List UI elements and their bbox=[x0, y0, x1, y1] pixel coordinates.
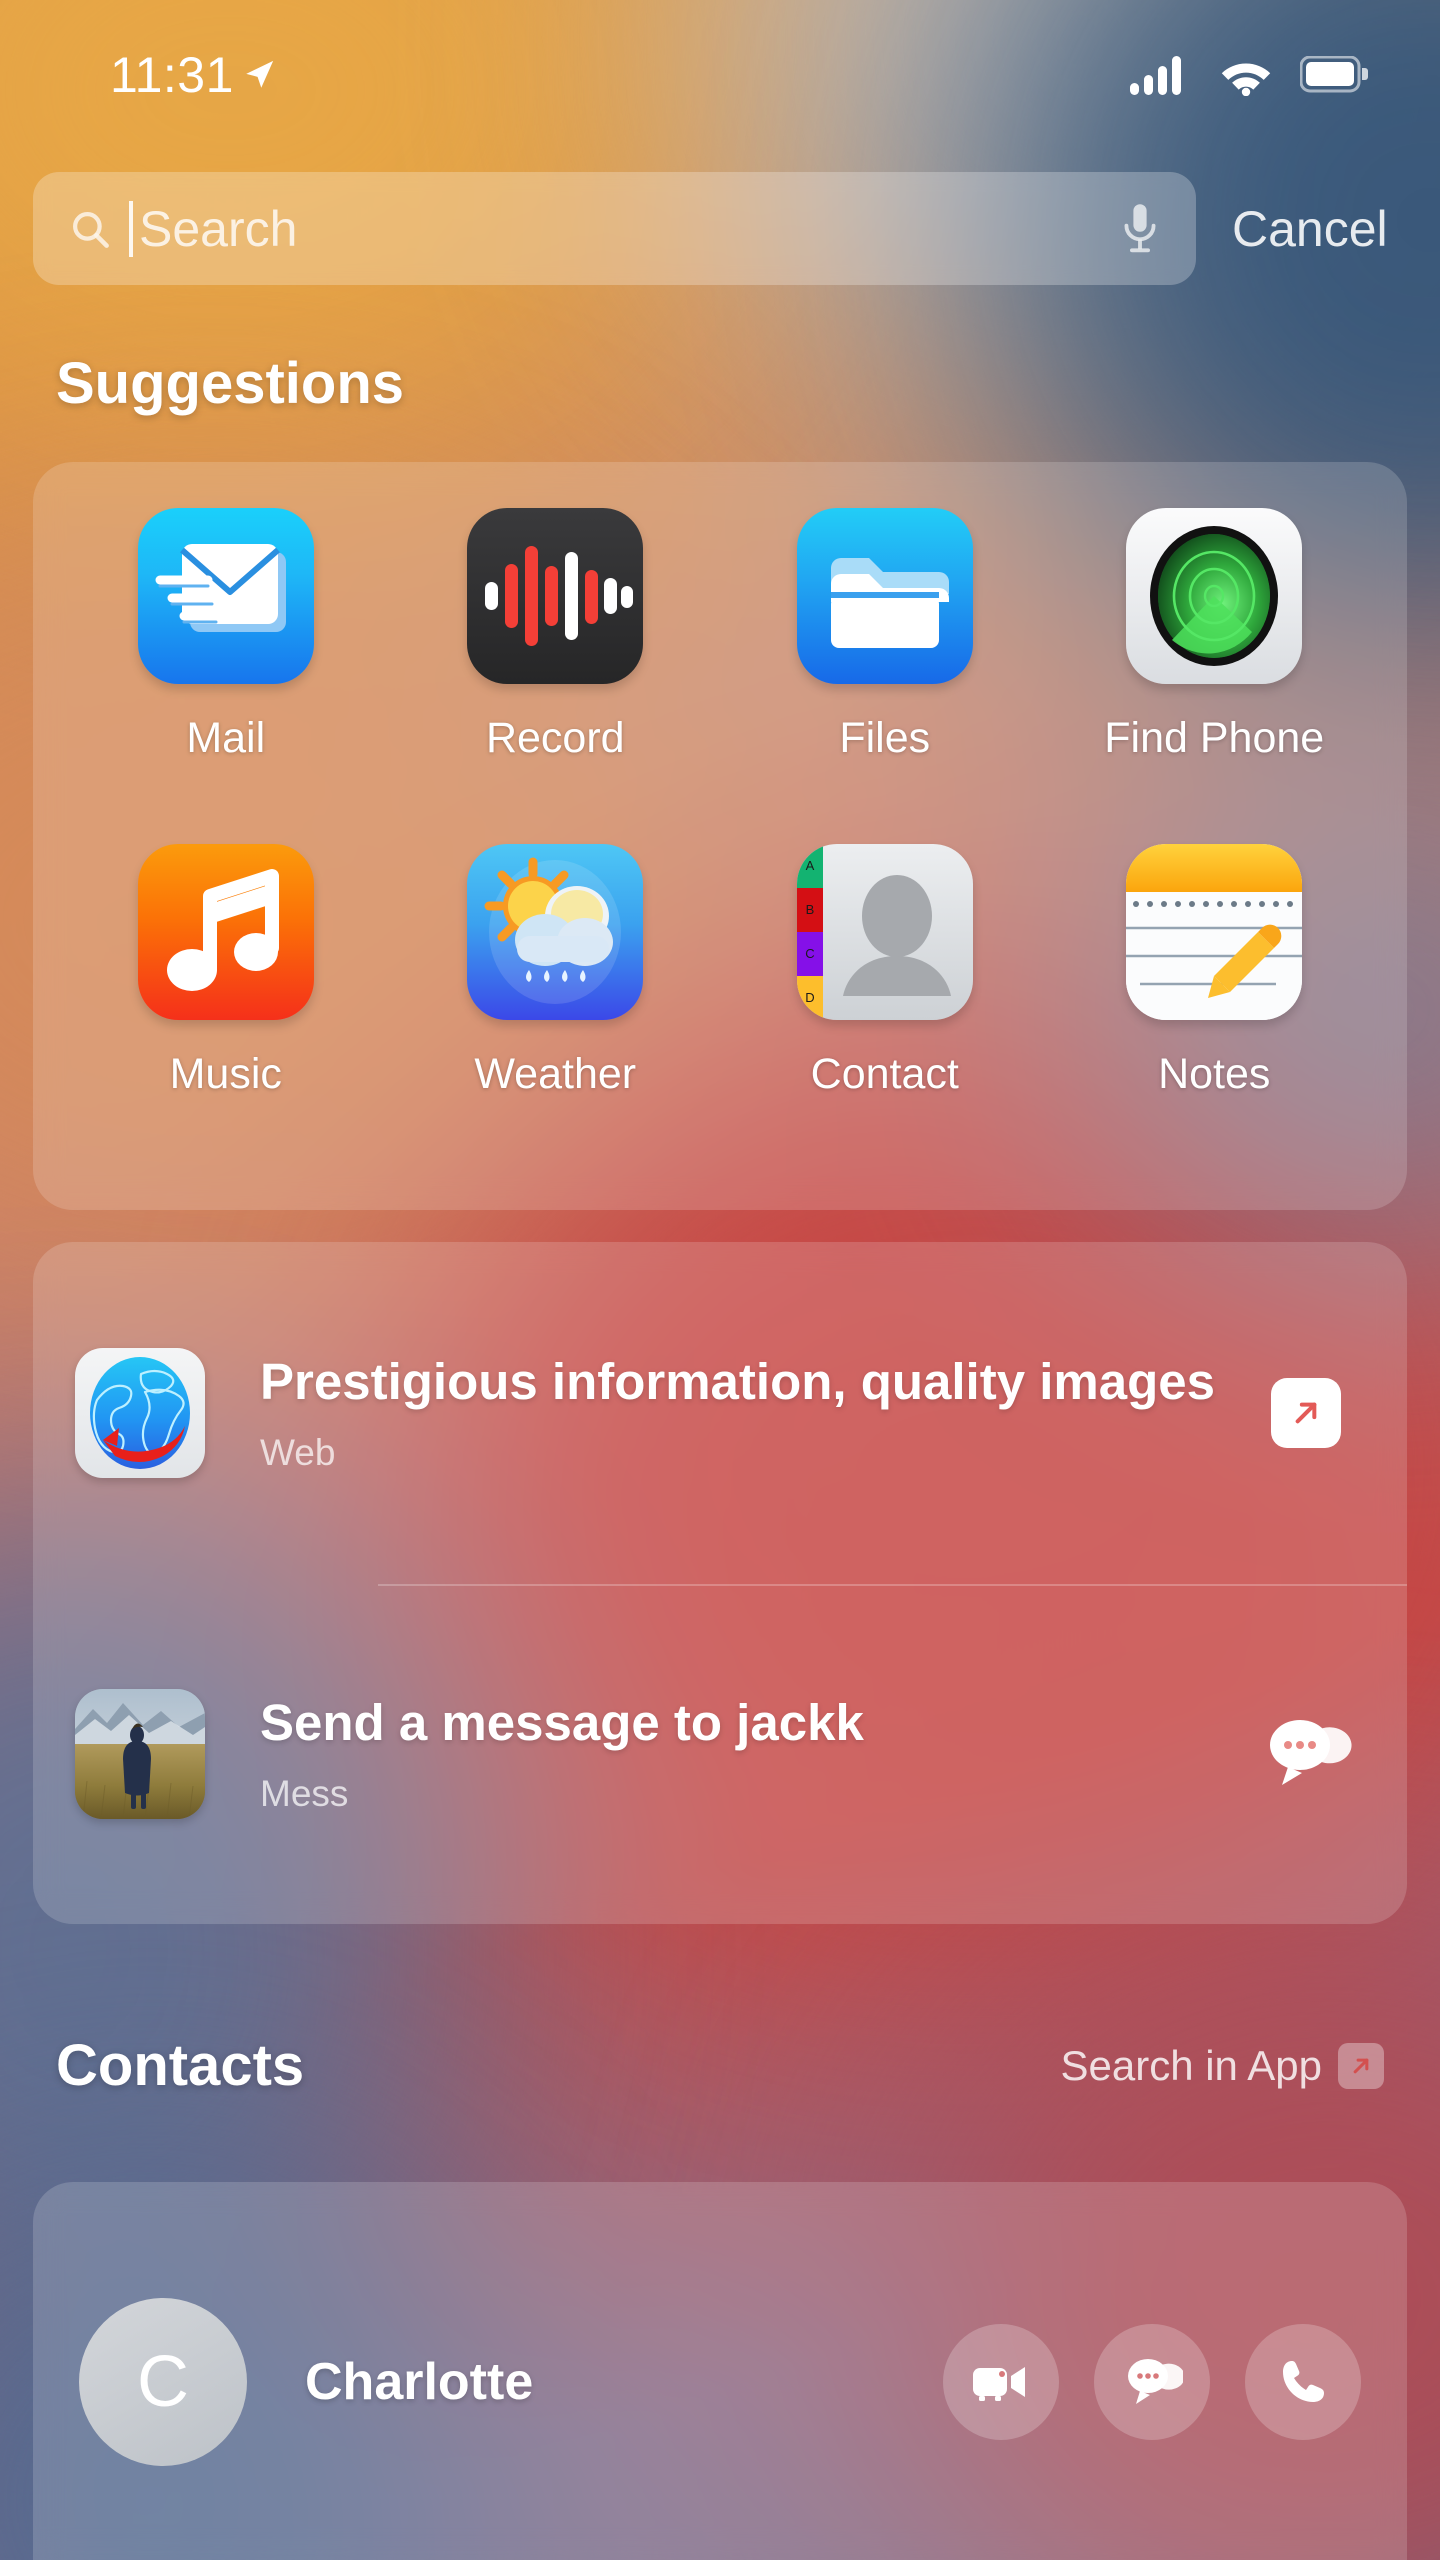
cellular-signal-icon bbox=[1130, 56, 1181, 95]
suggestion-title: Send a message to jackk bbox=[260, 1693, 864, 1751]
app-label: Weather bbox=[474, 1050, 637, 1098]
call-button[interactable] bbox=[1245, 2324, 1361, 2440]
open-external-arrow-icon[interactable] bbox=[1338, 2042, 1384, 2089]
suggestion-row-web[interactable]: Prestigious information, quality images … bbox=[33, 1242, 1407, 1584]
avatar: C bbox=[79, 2298, 247, 2466]
status-bar: 11:31 bbox=[0, 0, 1440, 150]
app-item-files[interactable]: Files bbox=[720, 508, 1050, 844]
mail-icon bbox=[137, 508, 314, 684]
text-cursor bbox=[129, 200, 133, 257]
app-item-notes[interactable]: Notes bbox=[1050, 844, 1380, 1180]
app-label: Notes bbox=[1158, 1050, 1271, 1098]
message-bubbles-icon[interactable] bbox=[1258, 1713, 1354, 1795]
status-time: 11:31 bbox=[110, 47, 234, 103]
suggestions-heading: Suggestions bbox=[56, 350, 1384, 417]
app-item-music[interactable]: Music bbox=[61, 844, 391, 1180]
message-bubbles-icon bbox=[1128, 2359, 1183, 2404]
video-camera-icon bbox=[973, 2367, 1025, 2401]
photo-thumbnail-person-field bbox=[75, 1689, 205, 1819]
app-item-find-phone[interactable]: Find Phone bbox=[1050, 508, 1380, 844]
contact-actions bbox=[943, 2324, 1361, 2440]
cancel-button[interactable]: Cancel bbox=[1232, 200, 1388, 258]
battery-icon bbox=[1300, 56, 1368, 93]
suggestion-action[interactable] bbox=[1251, 1713, 1361, 1795]
message-button[interactable] bbox=[1094, 2324, 1210, 2440]
microphone-icon[interactable] bbox=[1118, 200, 1162, 258]
voice-record-icon bbox=[467, 508, 644, 684]
app-label: Mail bbox=[186, 714, 266, 762]
suggestion-row-message[interactable]: Send a message to jackk Mess bbox=[33, 1584, 1407, 1924]
open-external-arrow-icon[interactable] bbox=[1271, 1378, 1341, 1448]
contacts-card: C Charlotte bbox=[33, 2182, 1407, 2560]
search-in-app-label: Search in App bbox=[1060, 2041, 1322, 2089]
suggestion-action[interactable] bbox=[1251, 1378, 1361, 1448]
suggested-apps-card: Mail Record Files Find Phone Music Weath… bbox=[33, 462, 1407, 1210]
svg-text:B: B bbox=[805, 902, 814, 917]
suggestion-subtitle: Mess bbox=[260, 1773, 349, 1815]
music-note-icon bbox=[137, 844, 314, 1020]
suggestion-text-block: Send a message to jackk Mess bbox=[260, 1693, 1251, 1815]
search-input[interactable]: Search bbox=[33, 172, 1196, 285]
facetime-button[interactable] bbox=[943, 2324, 1059, 2440]
app-item-contact[interactable]: A B C D Contact bbox=[720, 844, 1050, 1180]
app-label: Contact bbox=[810, 1050, 959, 1098]
search-row: Search Cancel bbox=[33, 172, 1440, 285]
svg-text:D: D bbox=[805, 990, 814, 1005]
weather-sun-cloud-rain-icon bbox=[467, 844, 644, 1020]
status-indicators bbox=[1130, 53, 1368, 97]
avatar-initial: C bbox=[137, 2342, 189, 2422]
suggestion-results-card: Prestigious information, quality images … bbox=[33, 1242, 1407, 1924]
app-label: Find Phone bbox=[1104, 714, 1325, 762]
suggestion-title: Prestigious information, quality images bbox=[260, 1352, 1216, 1410]
contacts-person-icon: A B C D bbox=[796, 844, 973, 1020]
suggestion-text-block: Prestigious information, quality images … bbox=[260, 1352, 1251, 1474]
app-label: Music bbox=[169, 1050, 282, 1098]
status-clock-group: 11:31 bbox=[110, 46, 276, 104]
search-in-app-button[interactable]: Search in App bbox=[1060, 2042, 1384, 2090]
app-grid: Mail Record Files Find Phone Music Weath… bbox=[33, 462, 1407, 1210]
svg-text:C: C bbox=[805, 946, 814, 961]
app-label: Files bbox=[839, 714, 931, 762]
location-arrow-icon bbox=[246, 60, 274, 88]
app-item-record[interactable]: Record bbox=[391, 508, 721, 844]
app-item-mail[interactable]: Mail bbox=[61, 508, 391, 844]
suggestion-subtitle: Web bbox=[260, 1432, 336, 1474]
notes-pencil-icon bbox=[1126, 844, 1303, 1020]
phone-handset-icon bbox=[1283, 2361, 1324, 2402]
app-item-weather[interactable]: Weather bbox=[391, 844, 721, 1180]
contacts-title: Contacts bbox=[56, 2033, 305, 2098]
files-folder-icon bbox=[796, 508, 973, 684]
contacts-heading: Contacts Search in App bbox=[56, 2032, 1384, 2099]
suggestions-title: Suggestions bbox=[56, 351, 405, 416]
svg-text:A: A bbox=[805, 858, 814, 873]
contact-name: Charlotte bbox=[305, 2353, 534, 2411]
globe-browser-icon bbox=[75, 1348, 205, 1478]
app-label: Record bbox=[485, 714, 625, 762]
wifi-icon bbox=[1221, 63, 1271, 96]
find-phone-radar-icon bbox=[1126, 508, 1303, 684]
search-placeholder: Search bbox=[139, 200, 298, 257]
search-icon bbox=[73, 211, 109, 248]
contact-row-charlotte[interactable]: C Charlotte bbox=[33, 2182, 1407, 2560]
